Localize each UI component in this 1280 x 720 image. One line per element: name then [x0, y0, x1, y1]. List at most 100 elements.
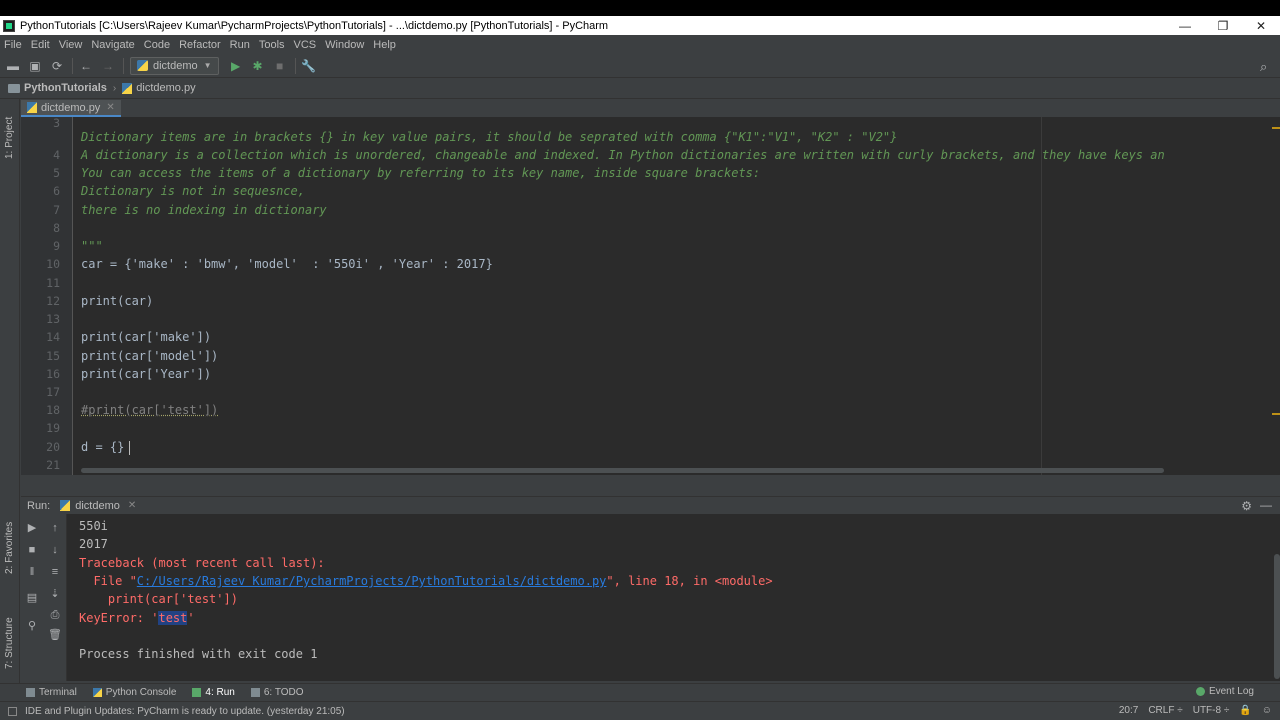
python-console-tab-label: Python Console: [105, 687, 177, 698]
console-error-line: File "C:/Users/Rajeev Kumar/PycharmProje…: [79, 574, 772, 588]
python-console-tab[interactable]: Python Console: [92, 687, 177, 698]
console-line: Process finished with exit code 1: [79, 647, 318, 661]
breadcrumb-project[interactable]: PythonTutorials: [24, 82, 107, 94]
run-icon[interactable]: ▶: [229, 59, 243, 73]
favorites-tool-tab[interactable]: 2: Favorites: [4, 522, 15, 574]
open-folder-icon[interactable]: ▬: [6, 59, 20, 73]
line-number: 13: [46, 312, 60, 326]
warning-marker[interactable]: [1272, 127, 1280, 129]
line-number: 4: [53, 148, 60, 162]
sync-icon[interactable]: ⟳: [50, 59, 64, 73]
trash-icon[interactable]: 🗑: [48, 628, 62, 642]
python-file-icon: [122, 82, 133, 94]
chevron-down-icon: ▼: [203, 61, 212, 70]
maximize-button[interactable]: ❐: [1204, 19, 1242, 33]
menu-file[interactable]: File: [4, 39, 22, 51]
line-number: 8: [53, 221, 60, 235]
print-icon[interactable]: ⎙: [48, 608, 62, 622]
close-icon[interactable]: ✕: [106, 102, 114, 113]
line-number: 21: [46, 458, 60, 472]
stop-icon[interactable]: ■: [25, 543, 39, 557]
close-icon[interactable]: ✕: [128, 500, 136, 511]
traceback-file-link[interactable]: C:/Users/Rajeev Kumar/PycharmProjects/Py…: [137, 574, 607, 588]
run-tool-tab[interactable]: 4: Run: [192, 687, 235, 698]
menu-tools[interactable]: Tools: [259, 39, 285, 51]
event-log-tab[interactable]: Event Log: [1195, 686, 1254, 697]
rerun-icon[interactable]: ▶: [25, 521, 39, 535]
dump-threads-icon[interactable]: ▤: [25, 591, 39, 605]
editor-horizontal-scrollbar[interactable]: [81, 468, 1164, 473]
structure-tool-tab[interactable]: 7: Structure: [4, 617, 15, 669]
line-separator[interactable]: CRLF ÷: [1148, 705, 1182, 716]
tool-windows-icon[interactable]: [8, 706, 17, 716]
toolbar-separator: [72, 57, 73, 74]
run-toolbar: ▶ ↑ ■ ↓ ‖ ≡ ▤ ⇣ ⎙ ⚲ 🗑: [21, 514, 67, 681]
run-tab-label: dictdemo: [75, 499, 120, 512]
menu-view[interactable]: View: [59, 39, 83, 51]
editor-vertical-scrollbar[interactable]: [1272, 117, 1280, 475]
back-icon[interactable]: ←: [79, 59, 93, 73]
close-button[interactable]: ✕: [1242, 19, 1280, 33]
python-file-icon: [137, 60, 148, 71]
terminal-tab[interactable]: Terminal: [26, 687, 77, 698]
run-icon: [192, 688, 202, 697]
minimize-panel-icon[interactable]: —: [1260, 498, 1272, 512]
code-line-14: print(car['make']): [81, 330, 212, 344]
menu-code[interactable]: Code: [144, 39, 170, 51]
console-text: KeyError: ': [79, 611, 159, 625]
console-scrollbar[interactable]: [1274, 554, 1280, 679]
python-file-icon: [60, 500, 71, 511]
soft-wrap-icon[interactable]: ≡: [48, 565, 62, 579]
run-console-output[interactable]: 550i 2017 Traceback (most recent call la…: [67, 514, 1280, 681]
scroll-to-end-icon[interactable]: ⇣: [48, 587, 62, 601]
inspector-icon[interactable]: ☺: [1262, 705, 1272, 716]
wrench-icon[interactable]: 🔧: [301, 59, 316, 73]
warning-marker[interactable]: [1272, 413, 1280, 415]
selected-text[interactable]: test: [158, 611, 188, 625]
pycharm-logo-icon: [3, 19, 15, 32]
run-configuration-label: dictdemo: [153, 59, 198, 72]
code-line-3: Dictionary items are in brackets {} in k…: [81, 130, 898, 144]
run-tab-dictdemo[interactable]: dictdemo ✕: [60, 500, 136, 512]
menu-vcs[interactable]: VCS: [294, 39, 317, 51]
menu-edit[interactable]: Edit: [31, 39, 50, 51]
down-arrow-icon[interactable]: ↓: [48, 543, 62, 557]
menu-window[interactable]: Window: [325, 39, 364, 51]
todo-tab[interactable]: 6: TODO: [250, 687, 304, 698]
up-arrow-icon[interactable]: ↑: [48, 521, 62, 535]
caret-position[interactable]: 20:7: [1119, 705, 1138, 716]
lock-icon[interactable]: 🔒: [1239, 705, 1251, 716]
editor-tab-dictdemo[interactable]: dictdemo.py ✕: [21, 100, 121, 117]
line-number-gutter: 3 4 5 6 7 8 9 10 11 12 13 14 15 16 17 18…: [21, 117, 73, 475]
line-number: 10: [46, 257, 60, 271]
menu-refactor[interactable]: Refactor: [179, 39, 221, 51]
right-margin-guide: [1041, 117, 1042, 475]
editor-tab-bar: dictdemo.py ✕: [21, 99, 1280, 117]
pause-icon[interactable]: ‖: [25, 565, 39, 579]
save-all-icon[interactable]: ▣: [28, 59, 42, 73]
left-tool-strip: 1: Project 2: Favorites 7: Structure: [0, 99, 20, 685]
menu-navigate[interactable]: Navigate: [91, 39, 134, 51]
minimize-button[interactable]: —: [1166, 19, 1204, 33]
line-number: 5: [53, 166, 60, 180]
code-line-15: print(car['model']): [81, 349, 219, 363]
menu-help[interactable]: Help: [373, 39, 396, 51]
line-number: 9: [53, 239, 60, 253]
project-tool-tab[interactable]: 1: Project: [4, 117, 15, 159]
status-message[interactable]: IDE and Plugin Updates: PyCharm is ready…: [25, 706, 345, 717]
stop-icon[interactable]: ■: [273, 59, 287, 73]
search-icon[interactable]: ⌕: [1260, 59, 1274, 74]
gear-icon[interactable]: ⚙: [1241, 499, 1252, 513]
code-line-10: car = {'make' : 'bmw', 'model' : '550i' …: [81, 257, 493, 271]
menu-run[interactable]: Run: [230, 39, 250, 51]
forward-icon[interactable]: →: [101, 59, 115, 73]
breadcrumb-file[interactable]: dictdemo.py: [136, 82, 195, 94]
debug-icon[interactable]: ✱: [251, 59, 265, 73]
todo-icon: [250, 688, 260, 697]
code-editor[interactable]: 3 4 5 6 7 8 9 10 11 12 13 14 15 16 17 18…: [21, 117, 1280, 475]
file-encoding[interactable]: UTF-8 ÷: [1193, 705, 1230, 716]
pin-icon[interactable]: ⚲: [25, 619, 39, 633]
code-line-5: You can access the items of a dictionary…: [81, 166, 761, 180]
line-number: 7: [53, 203, 60, 217]
run-configuration-select[interactable]: dictdemo ▼: [130, 56, 219, 75]
